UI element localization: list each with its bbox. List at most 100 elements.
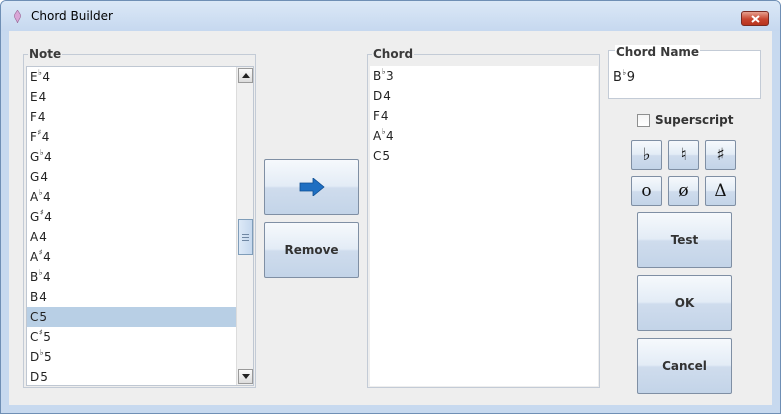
chord-builder-window: Chord Builder Note E♭4 E4 F4 F♯4 G♭4 G4 A♭4 G♯4…	[0, 0, 781, 414]
list-item[interactable]: C♯5	[27, 327, 236, 347]
major-seventh-symbol-button[interactable]: Δ	[705, 176, 736, 206]
list-item[interactable]: A♭4	[370, 126, 598, 146]
note-letter: G	[30, 210, 40, 224]
note-accidental: ♯	[38, 248, 43, 257]
chord-list[interactable]: B♭3 D4 F4 A♭4 C5	[370, 66, 598, 386]
scroll-up-button[interactable]	[238, 68, 253, 83]
note-octave: 4	[39, 230, 47, 244]
chord-name-box: Chord Name B♭9	[608, 45, 761, 99]
list-item[interactable]: D4	[370, 86, 598, 106]
cancel-button[interactable]: Cancel	[637, 338, 732, 394]
note-letter: C	[30, 330, 39, 344]
note-octave: 5	[39, 310, 48, 324]
scroll-down-button[interactable]	[238, 369, 253, 384]
scroll-thumb[interactable]	[238, 219, 253, 255]
test-button[interactable]: Test	[637, 212, 732, 268]
note-letter: A	[30, 230, 39, 244]
remove-button[interactable]: Remove	[264, 222, 359, 278]
superscript-label: Superscript	[655, 113, 734, 127]
list-item[interactable]: B4	[27, 287, 236, 307]
note-list-scrollbar[interactable]	[236, 67, 253, 385]
sharp-symbol-button[interactable]: ♯	[705, 140, 736, 170]
diminished-symbol-button[interactable]: o	[631, 176, 662, 206]
note-octave: 4	[40, 170, 48, 184]
list-item[interactable]: G♯4	[27, 207, 236, 227]
note-letter: E	[30, 90, 38, 104]
close-icon	[751, 15, 760, 23]
list-item[interactable]: E♭4	[27, 67, 236, 87]
close-button[interactable]	[741, 11, 769, 26]
note-octave: 4	[43, 270, 51, 284]
note-octave: 5	[44, 350, 52, 364]
note-octave: 5	[382, 149, 391, 163]
arrow-down-icon	[242, 374, 250, 379]
note-letter: C	[30, 310, 39, 324]
note-octave: 4	[37, 110, 46, 124]
note-letter: A	[30, 190, 39, 204]
note-octave: 4	[38, 90, 47, 104]
natural-symbol-button[interactable]: ♮	[668, 140, 699, 170]
note-letter: D	[30, 350, 40, 364]
list-item[interactable]: B♭3	[370, 66, 598, 86]
note-octave: 4	[386, 129, 394, 143]
app-icon	[14, 10, 21, 23]
dialog-content: Note E♭4 E4 F4 F♯4 G♭4 G4 A♭4 G♯4 A4 A♯4 B♭4 B4 C5 C♯…	[9, 31, 772, 405]
note-letter: C	[373, 149, 382, 163]
note-accidental: ♯	[37, 128, 42, 137]
arrow-up-icon	[242, 73, 250, 78]
note-octave: 4	[43, 250, 51, 264]
ok-button[interactable]: OK	[637, 275, 732, 331]
list-item[interactable]: A4	[27, 227, 236, 247]
note-letter: F	[373, 109, 380, 123]
note-octave: 4	[41, 130, 50, 144]
chord-name-value: B♭9	[613, 68, 635, 85]
list-item[interactable]: C5	[370, 146, 598, 166]
note-octave: 3	[386, 69, 394, 83]
note-accidental: ♭	[38, 188, 43, 197]
list-item[interactable]: G4	[27, 167, 236, 187]
arrow-right-icon	[299, 178, 325, 196]
chord-group: Chord B♭3 D4 F4 A♭4 C5	[367, 47, 600, 388]
note-letter: D	[30, 370, 40, 384]
note-octave: 5	[43, 330, 51, 344]
note-accidental: ♭	[38, 68, 42, 77]
note-letter: D	[373, 89, 383, 103]
list-item[interactable]: A♭4	[27, 187, 236, 207]
list-item[interactable]: G♭4	[27, 147, 236, 167]
note-letter: E	[30, 70, 38, 84]
list-item[interactable]: A♯4	[27, 247, 236, 267]
list-item[interactable]: F4	[370, 106, 598, 126]
list-item[interactable]: D5	[27, 367, 236, 385]
note-letter: A	[30, 250, 39, 264]
title-bar[interactable]: Chord Builder	[1, 1, 780, 31]
window-title: Chord Builder	[31, 9, 113, 23]
list-item[interactable]: E4	[27, 87, 236, 107]
list-item[interactable]: D♭5	[27, 347, 236, 367]
note-letter: B	[373, 69, 382, 83]
note-group-title: Note	[28, 47, 63, 62]
note-letter: B	[30, 290, 39, 304]
list-item[interactable]: B♭4	[27, 267, 236, 287]
chord-name-title: Chord Name	[615, 45, 701, 60]
list-item[interactable]: F♯4	[27, 127, 236, 147]
note-group: Note E♭4 E4 F4 F♯4 G♭4 G4 A♭4 G♯4 A4 A♯4 B♭4 B4 C5 C♯…	[23, 47, 256, 388]
note-accidental: ♭	[38, 268, 43, 277]
note-list[interactable]: E♭4 E4 F4 F♯4 G♭4 G4 A♭4 G♯4 A4 A♯4 B♭4 B4 C5 C♯5 D♭5 D…	[26, 66, 254, 386]
flat-symbol-button[interactable]: ♭	[631, 140, 662, 170]
note-letter: G	[30, 150, 40, 164]
add-note-button[interactable]	[264, 159, 359, 215]
note-octave: 4	[383, 89, 391, 103]
note-accidental: ♭	[39, 348, 44, 357]
note-accidental: ♭	[381, 67, 386, 76]
note-accidental: ♭	[381, 127, 386, 136]
list-item[interactable]: C5	[27, 307, 236, 327]
superscript-checkbox[interactable]	[637, 114, 650, 127]
half-diminished-symbol-button[interactable]: ø	[668, 176, 699, 206]
note-octave: 4	[380, 109, 389, 123]
list-item[interactable]: F4	[27, 107, 236, 127]
note-letter: F	[30, 110, 37, 124]
note-letter: B	[30, 270, 39, 284]
note-octave: 4	[44, 210, 52, 224]
chord-group-title: Chord	[372, 47, 415, 62]
note-letter: G	[30, 170, 40, 184]
